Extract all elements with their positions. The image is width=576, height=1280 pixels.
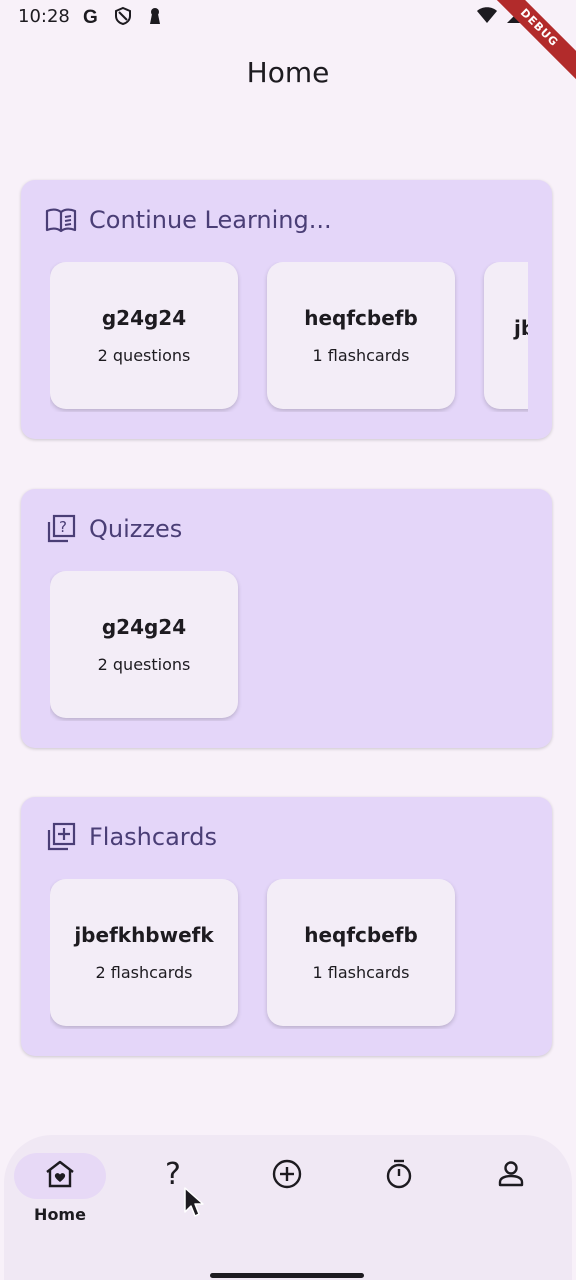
section-title: Quizzes xyxy=(89,515,183,543)
app-bar: Home xyxy=(0,40,576,104)
card-title: heqfcbefb xyxy=(304,306,418,330)
card-subtitle: 1 flashcards xyxy=(312,963,410,982)
card-title: jb xyxy=(514,315,528,340)
mouse-cursor-icon xyxy=(183,1186,205,1223)
gesture-bar xyxy=(210,1273,364,1278)
card-subtitle: 2 questions xyxy=(97,655,191,674)
flashcard-set-card[interactable]: jbefkhbwefk 2 flashcards xyxy=(50,879,238,1026)
card-title: g24g24 xyxy=(101,306,187,330)
nav-item-timer[interactable] xyxy=(354,1153,444,1233)
nav-indicator xyxy=(14,1153,106,1199)
page-title: Home xyxy=(246,55,330,89)
card-subtitle: 2 questions xyxy=(97,346,191,365)
study-card[interactable]: heqfcbefb 1 flashcards xyxy=(267,262,455,409)
nav-label: Home xyxy=(34,1205,86,1224)
home-heart-icon xyxy=(44,1159,76,1194)
flashcard-set-card[interactable]: heqfcbefb 1 flashcards xyxy=(267,879,455,1026)
nav-item-quizzes[interactable]: ? xyxy=(129,1153,219,1233)
timer-icon xyxy=(383,1158,415,1195)
study-card[interactable]: g24g24 2 questions xyxy=(50,262,238,409)
flashcards-section: Flashcards jbefkhbwefk 2 flashcards heqf… xyxy=(21,797,552,1056)
bottom-nav: Home ? xyxy=(4,1135,572,1280)
card-title: jbefkhbwefk xyxy=(74,923,214,947)
nav-indicator: ? xyxy=(128,1153,220,1199)
cards-row: g24g24 2 questions xyxy=(50,571,528,721)
add-circle-icon xyxy=(271,1158,303,1195)
shield-icon xyxy=(112,5,134,27)
nav-item-profile[interactable] xyxy=(466,1153,556,1233)
cards-row: jbefkhbwefk 2 flashcards heqfcbefb 1 fla… xyxy=(50,879,528,1029)
nav-indicator xyxy=(353,1153,445,1199)
nav-indicator xyxy=(465,1153,557,1199)
svg-text:?: ? xyxy=(59,518,67,536)
nav-item-create[interactable] xyxy=(242,1153,332,1233)
quizzes-section: ? Quizzes g24g24 2 questions xyxy=(21,489,552,748)
card-subtitle: 1 flashcards xyxy=(312,346,410,365)
wifi-icon xyxy=(476,4,498,26)
add-library-icon xyxy=(45,821,77,853)
quiz-card[interactable]: g24g24 2 questions xyxy=(50,571,238,718)
section-header: Continue Learning... xyxy=(45,204,332,236)
quiz-icon: ? xyxy=(45,513,77,545)
section-title: Continue Learning... xyxy=(89,206,332,234)
card-title: g24g24 xyxy=(101,615,187,639)
person-icon xyxy=(496,1159,526,1194)
status-time: 10:28 xyxy=(18,5,70,27)
section-header: Flashcards xyxy=(45,821,217,853)
continue-learning-section: Continue Learning... g24g24 2 questions … xyxy=(21,180,552,439)
card-subtitle: 2 flashcards xyxy=(95,963,193,982)
status-bar: 10:28 G DEBUG xyxy=(0,0,576,89)
svg-text:G: G xyxy=(83,7,98,26)
google-icon: G xyxy=(80,5,102,27)
svg-text:?: ? xyxy=(165,1158,181,1190)
section-title: Flashcards xyxy=(89,823,217,851)
keyhole-icon xyxy=(144,5,166,27)
study-card[interactable]: jb xyxy=(484,262,528,409)
nav-item-home[interactable]: Home xyxy=(14,1153,106,1233)
section-header: ? Quizzes xyxy=(45,513,182,545)
card-title: heqfcbefb xyxy=(304,923,418,947)
nav-indicator xyxy=(241,1153,333,1199)
open-book-icon xyxy=(45,204,77,236)
cards-row: g24g24 2 questions heqfcbefb 1 flashcard… xyxy=(50,262,528,412)
